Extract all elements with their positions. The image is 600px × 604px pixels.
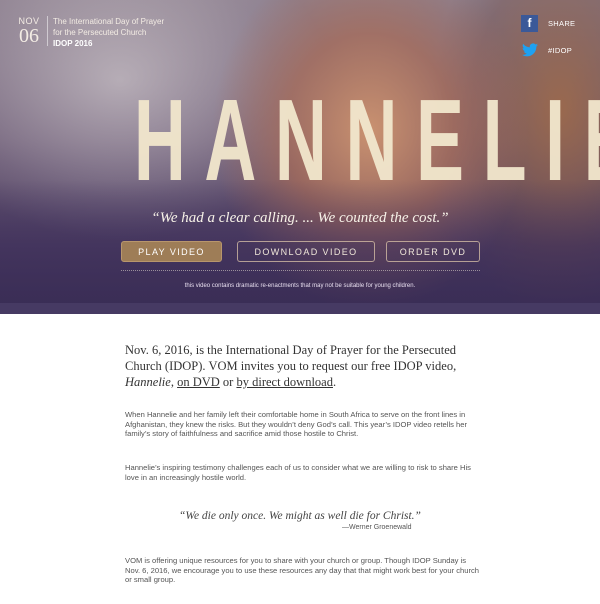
story-paragraph: When Hannelie and her family left their … [125,410,468,439]
pull-quote: “We die only once. We might as well die … [179,510,421,522]
share-twitter-link[interactable]: #IDOP [521,41,575,59]
social-links: f SHARE #IDOP [521,14,575,68]
event-info: The International Day of Prayer for the … [53,17,164,49]
date-divider [47,16,48,46]
hero-banner: NOV 06 The International Day of Prayer f… [0,0,600,314]
hero-title: HANNELIE [133,75,600,205]
intro-paragraph: Nov. 6, 2016, is the International Day o… [125,342,475,390]
event-date: NOV 06 [12,16,46,46]
order-dvd-link[interactable]: on DVD [177,375,220,389]
challenge-paragraph: Hannelie’s inspiring testimony challenge… [125,463,471,482]
film-title: Hannelie [125,375,171,389]
quote-attribution: —Werner Groenewald [342,524,412,531]
direct-download-link[interactable]: by direct download [236,375,333,389]
resources-paragraph: VOM is offering unique resources for you… [125,556,480,585]
event-title-line1: The International Day of Prayer [53,17,165,26]
dotted-divider [121,270,480,271]
facebook-icon[interactable]: f [521,14,538,32]
hashtag-label[interactable]: #IDOP [548,46,572,55]
video-disclaimer: this video contains dramatic re-enactmen… [184,283,416,289]
order-dvd-button[interactable]: ORDER DVD [386,241,480,262]
event-subtitle: IDOP 2016 [53,39,93,48]
event-day: 06 [19,25,39,47]
intro-or: or [222,375,234,389]
play-video-button[interactable]: PLAY VIDEO [121,241,222,262]
intro-text: Nov. 6, 2016, is the International Day o… [125,343,457,373]
hero-bottom-band [0,303,600,314]
event-title-line2: for the Persecuted Church [53,27,147,37]
intro-period: . [332,375,337,389]
intro-comma: , [170,375,174,389]
share-facebook-link[interactable]: f SHARE [521,14,575,32]
share-label[interactable]: SHARE [548,19,575,28]
download-video-button[interactable]: DOWNLOAD VIDEO [237,241,375,262]
hero-tagline: “We had a clear calling. ... We counted … [151,210,449,226]
twitter-icon[interactable] [521,42,538,59]
